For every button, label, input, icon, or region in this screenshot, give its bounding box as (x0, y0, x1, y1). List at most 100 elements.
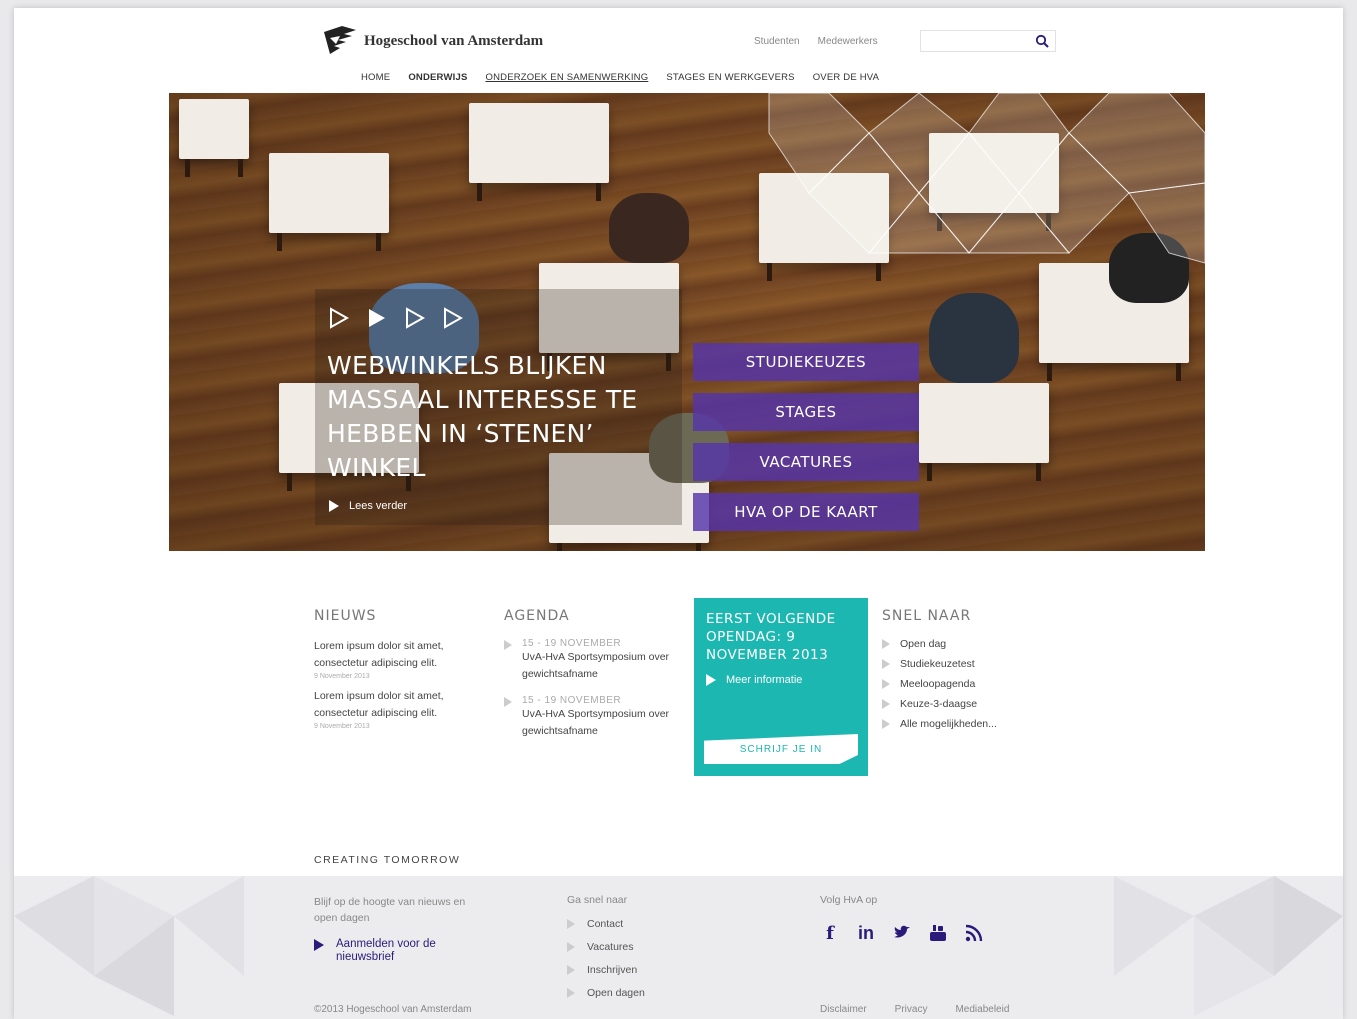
news-text: Lorem ipsum dolor sit amet, consectetur … (314, 690, 444, 719)
quick-link-label: Keuze-3-daagse (900, 698, 978, 710)
quick-links-title: SNEL NAAR (882, 608, 972, 624)
agenda-section: AGENDA 15 - 19 NOVEMBER UvA-HvA Sportsym… (504, 608, 672, 752)
footer-link-label: Contact (587, 918, 624, 930)
search-input[interactable] (920, 30, 1056, 52)
open-day-heading: EERST VOLGENDE OPENDAG: 9 NOVEMBER 2013 (706, 611, 836, 663)
footer-goto: Ga snel naar Contact Vacatures Inschrijv… (567, 894, 645, 1010)
quick-link-label: Alle mogelijkheden... (900, 718, 997, 730)
hero-headline: WEBWINKELS BLIJKEN MASSAAL INTERESSE TE … (327, 351, 638, 482)
arrow-right-icon (567, 965, 575, 975)
button-studiekeuzes[interactable]: STUDIEKEUZES (693, 343, 919, 381)
arrow-right-icon (882, 699, 890, 709)
nav-onderzoek[interactable]: ONDERZOEK EN SAMENWERKING (485, 72, 648, 83)
hero-banner: WEBWINKELS BLIJKEN MASSAAL INTERESSE TE … (169, 93, 1205, 551)
quick-link-item[interactable]: Open dag (882, 638, 997, 650)
news-title: NIEUWS (314, 608, 377, 624)
linkedin-icon[interactable]: in (856, 922, 876, 944)
footer-link-label: Vacatures (587, 941, 634, 953)
footer-link-vacatures[interactable]: Vacatures (567, 941, 645, 953)
logo[interactable]: Hogeschool van Amsterdam (322, 24, 543, 58)
nav-stages[interactable]: STAGES EN WERKGEVERS (666, 72, 794, 83)
arrow-right-icon (882, 719, 890, 729)
twitter-icon[interactable] (892, 922, 912, 944)
signup-button[interactable]: SCHRIJF JE IN (704, 734, 858, 764)
button-vacatures[interactable]: VACATURES (693, 443, 919, 481)
footer-link-open-dagen[interactable]: Open dagen (567, 987, 645, 999)
goto-label: Ga snel naar (567, 894, 628, 906)
carousel-play-icon[interactable] (443, 307, 463, 329)
footer-social: Volg HvA op f in (820, 894, 984, 944)
rss-icon[interactable] (964, 922, 984, 944)
agenda-date: 15 - 19 NOVEMBER (522, 638, 622, 649)
carousel-play-icon[interactable] (405, 307, 425, 329)
arrow-right-icon (329, 500, 339, 512)
footer-newsletter: Blijf op de hoogte van nieuws en open da… (314, 894, 484, 964)
news-date: 9 November 2013 (314, 673, 370, 680)
footer-link-inschrijven[interactable]: Inschrijven (567, 964, 645, 976)
arrow-right-icon (882, 659, 890, 669)
footer-link-label: Open dagen (587, 987, 645, 999)
follow-label: Volg HvA op (820, 894, 878, 906)
quick-link-item[interactable]: Alle mogelijkheden... (882, 718, 997, 730)
news-text: Lorem ipsum dolor sit amet, consectetur … (314, 640, 444, 669)
quick-link-label: Studiekeuzetest (900, 658, 975, 670)
newsletter-link-label: Aanmelden voor de nieuwsbrief (336, 938, 436, 963)
open-day-more-link[interactable]: Meer informatie (706, 674, 856, 686)
agenda-date: 15 - 19 NOVEMBER (522, 695, 622, 706)
newsletter-link[interactable]: Aanmelden voor de nieuwsbrief (314, 938, 484, 964)
arrow-right-icon (567, 919, 575, 929)
arrow-right-icon (706, 674, 716, 686)
copyright: ©2013 Hogeschool van Amsterdam (314, 1004, 472, 1015)
arrow-right-icon (882, 639, 890, 649)
nav-over[interactable]: OVER DE HVA (813, 72, 879, 83)
carousel-play-icon[interactable] (329, 307, 349, 329)
quick-link-item[interactable]: Keuze-3-daagse (882, 698, 997, 710)
search-icon[interactable] (1035, 34, 1049, 48)
news-item[interactable]: Lorem ipsum dolor sit amet, consectetur … (314, 638, 444, 682)
news-item[interactable]: Lorem ipsum dolor sit amet, consectetur … (314, 688, 444, 732)
footer-link-contact[interactable]: Contact (567, 918, 645, 930)
link-studenten[interactable]: Studenten (754, 36, 800, 47)
quick-link-label: Open dag (900, 638, 947, 650)
footer-tagline: CREATING TOMORROW (314, 854, 461, 866)
page-frame: Hogeschool van Amsterdam Studenten Medew… (14, 8, 1343, 1019)
button-hva-op-de-kaart[interactable]: HVA OP DE KAART (693, 493, 919, 531)
link-disclaimer[interactable]: Disclaimer (820, 1004, 867, 1015)
link-mediabeleid[interactable]: Mediabeleid (955, 1004, 1009, 1015)
quick-link-item[interactable]: Meeloopagenda (882, 678, 997, 690)
button-stages[interactable]: STAGES (693, 393, 919, 431)
agenda-item[interactable]: 15 - 19 NOVEMBER UvA-HvA Sportsymposium … (504, 638, 672, 683)
link-privacy[interactable]: Privacy (895, 1004, 928, 1015)
nav-home[interactable]: HOME (361, 72, 390, 83)
link-medewerkers[interactable]: Medewerkers (818, 36, 878, 47)
nav-onderwijs[interactable]: ONDERWIJS (408, 72, 467, 83)
footer-left-decoration (14, 876, 244, 1016)
arrow-right-icon (504, 697, 512, 707)
social-icons: f in (820, 922, 984, 944)
quick-links-section: SNEL NAAR Open dag Studiekeuzetest Meelo… (882, 608, 997, 738)
newsletter-intro: Blijf op de hoogte van nieuws en open da… (314, 896, 466, 924)
main-nav: HOME ONDERWIJS ONDERZOEK EN SAMENWERKING… (361, 72, 879, 83)
carousel-controls (329, 307, 463, 329)
footer-link-label: Inschrijven (587, 964, 638, 976)
read-more-label: Lees verder (349, 500, 408, 512)
hero-read-more-link[interactable]: Lees verder (329, 500, 407, 512)
news-date: 9 November 2013 (314, 723, 370, 730)
arrow-right-icon (504, 640, 512, 650)
youtube-icon[interactable] (928, 922, 948, 944)
agenda-title: AGENDA (504, 608, 570, 624)
news-section: NIEUWS Lorem ipsum dolor sit amet, conse… (314, 608, 444, 738)
arrow-right-icon (567, 988, 575, 998)
legal-links: Disclaimer Privacy Mediabeleid (820, 1004, 1009, 1015)
facebook-icon[interactable]: f (820, 922, 840, 944)
quick-link-item[interactable]: Studiekeuzetest (882, 658, 997, 670)
hva-logo-icon (324, 26, 356, 54)
top-links: Studenten Medewerkers (754, 36, 878, 47)
footer-right-decoration (1114, 876, 1343, 1016)
arrow-right-icon (567, 942, 575, 952)
agenda-item[interactable]: 15 - 19 NOVEMBER UvA-HvA Sportsymposium … (504, 695, 672, 740)
agenda-text: UvA-HvA Sportsymposium over gewichtsafna… (522, 651, 670, 680)
agenda-text: UvA-HvA Sportsymposium over gewichtsafna… (522, 708, 670, 737)
carousel-play-active-icon[interactable] (367, 307, 387, 329)
logo-text: Hogeschool van Amsterdam (364, 32, 544, 49)
